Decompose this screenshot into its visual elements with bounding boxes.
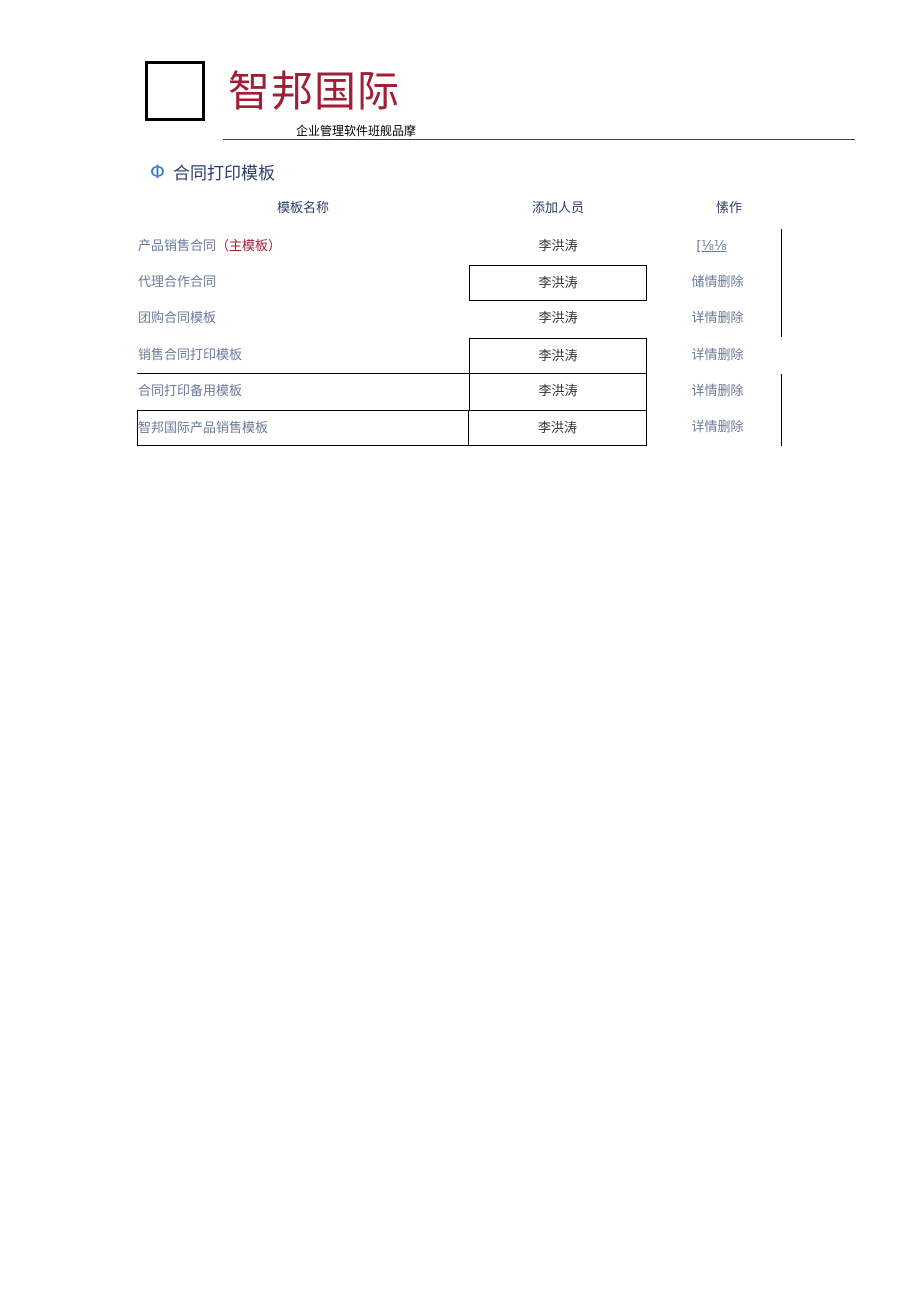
row-ops-links[interactable]: 详情删除 [647,301,790,337]
row-ops-links[interactable]: 储情删除 [647,265,790,301]
main-template-tag: （主模板） [216,239,282,254]
section-icon: Φ [150,161,165,183]
table-rule [646,374,647,411]
brand-tagline: 企业管理软件班舰品摩 [296,124,417,138]
table-row-user: 李洪涛 [468,410,647,446]
table-row-name[interactable]: 产品销售合同（主模板） [137,229,469,265]
row-ops-links[interactable]: [⅛⅛ [647,229,790,265]
row-ops-links[interactable]: 详情删除 [647,374,790,410]
table-rule [137,373,647,374]
column-header-name: 模板名称 [277,201,330,216]
table-row-name[interactable]: 合同打印备用模板 [137,374,469,410]
table-rule [469,374,470,411]
table-row-user: 李洪涛 [469,338,647,374]
logo-box [145,61,205,121]
table-row-name[interactable]: 销售合同打印模板 [137,338,469,374]
table-row-name[interactable]: 团购合同模板 [137,301,469,337]
table-row-user: 李洪涛 [538,384,578,399]
table-row-user: 李洪涛 [538,239,578,254]
section-title: 合同打印模板 [173,164,275,184]
row-ops-links[interactable]: 详情删除 [647,338,790,374]
table-row-name[interactable]: 代理合作合同 [137,265,469,301]
column-header-user: 添加人员 [532,201,585,216]
table-row-name[interactable]: 智邦国际产品销售模板 [137,410,469,446]
brand-name: 智邦国际 [228,67,401,116]
table-rule [781,374,782,446]
template-name: 产品销售合同 [138,239,217,254]
table-row-user: 李洪涛 [469,265,647,301]
column-header-ops: 愫作 [716,201,743,216]
table-rule [781,229,782,337]
row-ops-links[interactable]: 详情删除 [647,410,790,446]
ops-link[interactable]: [⅛⅛ [696,239,726,254]
table-row-user: 李洪涛 [538,311,578,326]
header-divider [223,139,855,140]
